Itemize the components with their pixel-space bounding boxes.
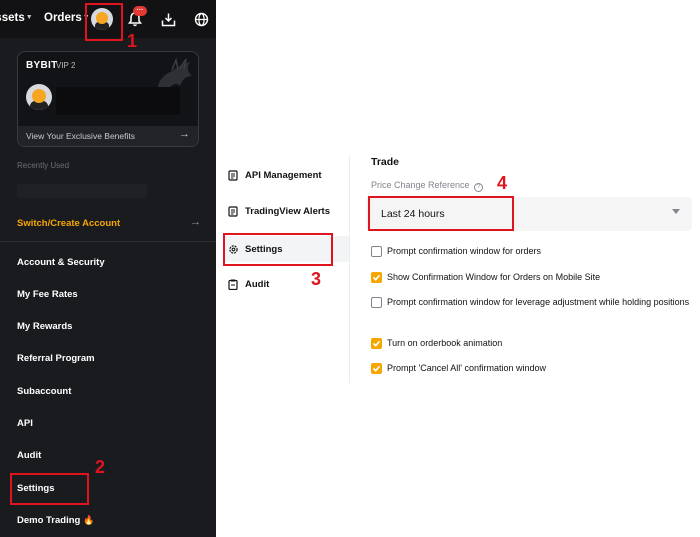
vip-card[interactable]: BYBIT VIP 2 View Your Exclusive Benefits… <box>17 51 199 147</box>
vip-avatar <box>26 84 52 110</box>
account-dropdown-panel: Assets▼ Orders▼ ··· BYBIT VIP 2 <box>0 0 216 537</box>
menu-item-audit[interactable]: Audit <box>17 450 41 461</box>
menu-item-api[interactable]: API <box>17 418 33 429</box>
nav-orders[interactable]: Orders▼ <box>44 12 90 24</box>
checkbox-unchecked-icon[interactable] <box>371 246 382 257</box>
menu-item-my-rewards[interactable]: My Rewards <box>17 321 72 332</box>
recently-used-item[interactable] <box>17 184 147 198</box>
annotation-box-settings <box>10 473 89 505</box>
chevron-down-icon: ▼ <box>25 14 33 21</box>
option-cancel-all-confirmation[interactable]: Prompt 'Cancel All' confirmation window <box>371 362 546 376</box>
annotation-step-1: 1 <box>127 31 138 51</box>
nav-orders-label: Orders <box>44 12 82 24</box>
avatar-face <box>32 89 46 103</box>
trade-section-title: Trade <box>371 156 400 168</box>
vip-benefits-label: View Your Exclusive Benefits <box>26 131 135 141</box>
option-order-confirmation[interactable]: Prompt confirmation window for orders <box>371 245 541 259</box>
option-mobile-confirmation[interactable]: Show Confirmation Window for Orders on M… <box>371 271 600 285</box>
option-orderbook-animation[interactable]: Turn on orderbook animation <box>371 337 502 351</box>
globe-icon[interactable] <box>191 9 211 29</box>
submenu-audit-label: Audit <box>245 278 270 290</box>
help-icon[interactable]: ? <box>474 183 484 192</box>
fire-icon: 🔥 <box>82 515 95 525</box>
nav-assets-label: Assets <box>0 12 25 24</box>
price-change-reference-label: Price Change Reference ? <box>371 180 484 192</box>
checkbox-checked-icon[interactable] <box>371 338 382 349</box>
checkbox-checked-icon[interactable] <box>371 363 382 374</box>
menu-item-demo-trading[interactable]: Demo Trading 🔥 <box>17 515 94 526</box>
bybit-logo: BYBIT <box>26 60 58 71</box>
document-icon <box>227 169 239 181</box>
submenu-divider <box>349 155 350 383</box>
caret-down-icon <box>672 209 680 214</box>
option-mobile-confirmation-label: Show Confirmation Window for Orders on M… <box>387 272 601 282</box>
switch-create-account-link[interactable]: Switch/Create Account <box>17 218 120 229</box>
vip-benefits-link[interactable]: View Your Exclusive Benefits → <box>18 126 198 146</box>
download-icon[interactable] <box>158 9 178 29</box>
checkbox-checked-icon[interactable] <box>371 272 382 283</box>
checkbox-unchecked-icon[interactable] <box>371 297 382 308</box>
annotation-box-price-reference <box>368 196 514 231</box>
submenu-tradingview-alerts-label: TradingView Alerts <box>245 205 330 217</box>
menu-divider <box>0 241 216 242</box>
redacted-user-id <box>56 87 180 115</box>
menu-item-demo-trading-label: Demo Trading <box>17 515 81 526</box>
vip-level-badge: VIP 2 <box>56 61 76 70</box>
menu-item-account-security[interactable]: Account & Security <box>17 257 105 268</box>
arrow-right-icon: → <box>190 216 201 228</box>
annotation-step-3: 3 <box>311 269 322 289</box>
option-cancel-all-confirmation-label: Prompt 'Cancel All' confirmation window <box>387 363 547 373</box>
submenu-api-management[interactable]: API Management <box>223 164 333 186</box>
menu-item-my-fee-rates[interactable]: My Fee Rates <box>17 289 78 300</box>
menu-item-referral-program[interactable]: Referral Program <box>17 353 95 364</box>
price-change-reference-text: Price Change Reference <box>371 180 470 190</box>
menu-item-subaccount[interactable]: Subaccount <box>17 386 71 397</box>
option-leverage-confirmation[interactable]: Prompt confirmation window for leverage … <box>371 296 696 310</box>
clipboard-icon <box>227 278 239 290</box>
option-order-confirmation-label: Prompt confirmation window for orders <box>387 246 542 256</box>
notification-badge: ··· <box>133 6 147 16</box>
annotation-box-avatar <box>85 3 123 41</box>
annotation-box-submenu-settings <box>223 233 333 266</box>
nav-assets[interactable]: Assets▼ <box>0 12 33 24</box>
option-leverage-confirmation-label: Prompt confirmation window for leverage … <box>387 297 690 307</box>
submenu-tradingview-alerts[interactable]: TradingView Alerts <box>223 200 333 222</box>
arrow-right-icon: → <box>179 128 190 140</box>
submenu-api-management-label: API Management <box>245 169 322 181</box>
annotation-step-4: 4 <box>497 173 508 193</box>
option-orderbook-animation-label: Turn on orderbook animation <box>387 338 503 348</box>
annotation-step-2: 2 <box>95 457 106 477</box>
document-icon <box>227 205 239 217</box>
recently-used-label: Recently Used <box>17 161 70 170</box>
